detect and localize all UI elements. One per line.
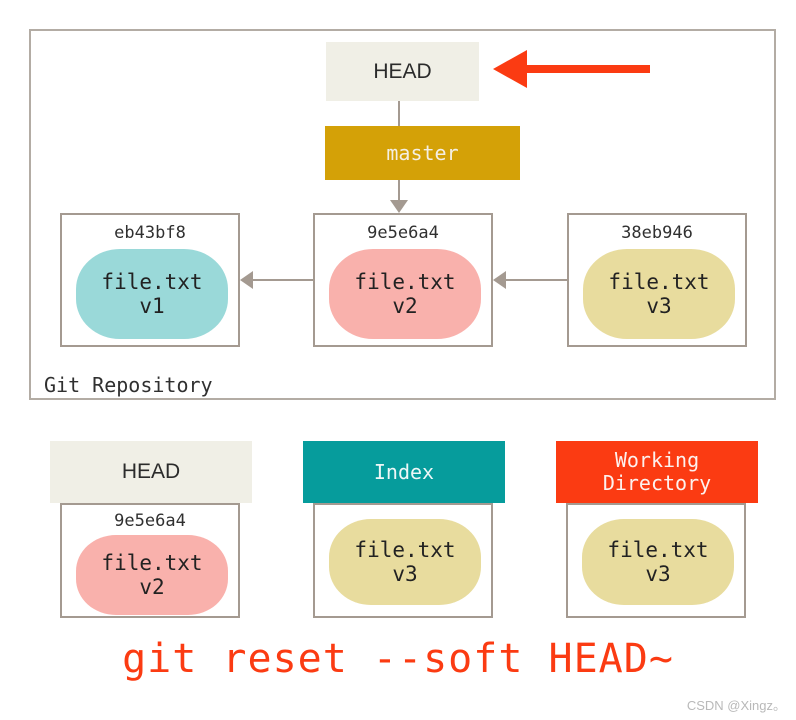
area-body-working-directory[interactable]: file.txt v3 — [566, 503, 746, 618]
git-repository-label: Git Repository — [44, 373, 213, 397]
commit-hash: 38eb946 — [621, 223, 693, 243]
connector-commit2-to-commit1 — [253, 279, 313, 281]
area-header-working-directory[interactable]: Working Directory — [556, 441, 758, 503]
blob-filename: file.txt — [354, 537, 456, 562]
area-body-index[interactable]: file.txt v3 — [313, 503, 493, 618]
commit-box-38eb946[interactable]: 38eb946 file.txt v3 — [567, 213, 747, 347]
commit-blob: file.txt v1 — [76, 249, 228, 339]
blob-filename: file.txt — [101, 269, 203, 294]
blob-version: v1 — [139, 294, 165, 318]
commit-box-eb43bf8[interactable]: eb43bf8 file.txt v1 — [60, 213, 240, 347]
commit-box-9e5e6a4[interactable]: 9e5e6a4 file.txt v2 — [313, 213, 493, 347]
annotation-arrow-left-icon — [493, 50, 527, 88]
commit-blob: file.txt v3 — [583, 249, 735, 339]
area-title: HEAD — [121, 459, 181, 483]
connector-commit3-to-commit2 — [506, 279, 567, 281]
master-branch-box[interactable]: master — [325, 126, 520, 180]
blob-version: v2 — [392, 294, 418, 318]
blob-version: v3 — [646, 294, 672, 318]
connector-master-to-commit — [398, 180, 400, 202]
area-title: Index — [373, 459, 435, 484]
arrow-head-commit3-to-commit2 — [493, 271, 506, 289]
area-hash: 9e5e6a4 — [114, 511, 186, 531]
area-blob: file.txt v2 — [76, 535, 228, 615]
blob-version: v3 — [392, 562, 418, 586]
arrow-head-commit2-to-commit1 — [240, 271, 253, 289]
area-title-line2: Directory — [602, 471, 712, 495]
commit-hash: 9e5e6a4 — [367, 223, 439, 243]
blob-filename: file.txt — [607, 537, 709, 562]
commit-blob: file.txt v2 — [329, 249, 481, 339]
arrow-head-master-to-commit — [390, 200, 408, 213]
blob-filename: file.txt — [354, 269, 456, 294]
connector-head-to-master — [398, 101, 400, 127]
blob-version: v2 — [139, 575, 165, 599]
annotation-arrow-shaft — [526, 65, 650, 73]
command-caption: git reset --soft HEAD~ — [122, 636, 674, 682]
watermark: CSDN @Xingz。 — [686, 698, 786, 713]
area-title: Working — [614, 448, 700, 472]
master-branch-label: master — [386, 141, 459, 165]
commit-hash: eb43bf8 — [114, 223, 186, 243]
blob-version: v3 — [645, 562, 671, 586]
head-reference-label: HEAD — [373, 59, 432, 83]
area-blob: file.txt v3 — [582, 519, 734, 605]
area-header-index[interactable]: Index — [303, 441, 505, 503]
blob-filename: file.txt — [101, 550, 203, 575]
blob-filename: file.txt — [608, 269, 710, 294]
area-header-head[interactable]: HEAD — [50, 441, 252, 503]
head-reference-box[interactable]: HEAD — [326, 42, 479, 101]
area-blob: file.txt v3 — [329, 519, 481, 605]
area-body-head[interactable]: 9e5e6a4 file.txt v2 — [60, 503, 240, 618]
